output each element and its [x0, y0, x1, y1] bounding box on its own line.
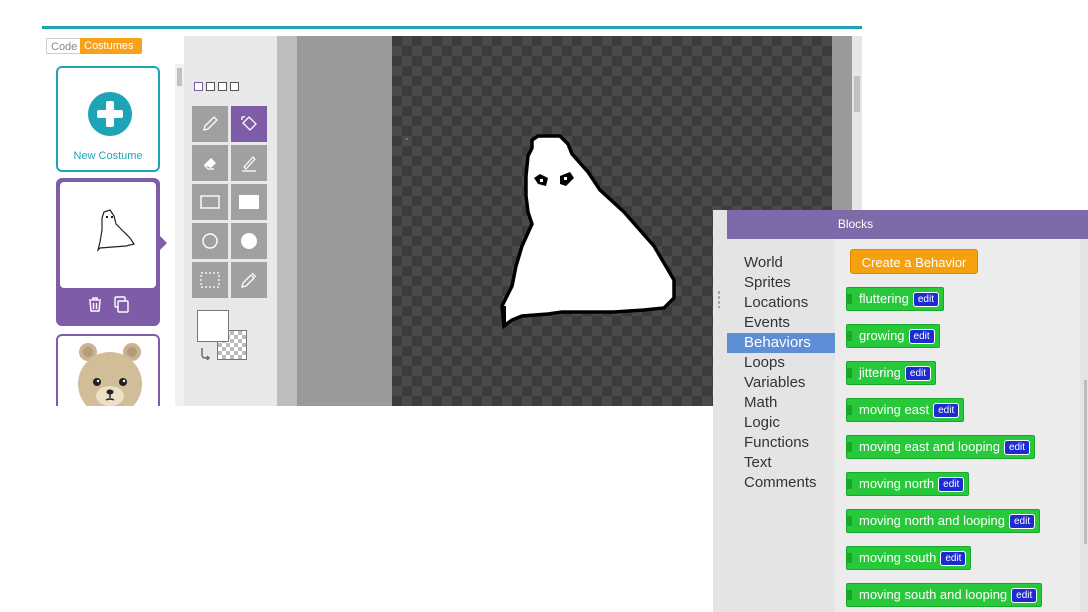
rectangle-outline-icon	[200, 195, 220, 209]
behavior-block-fluttering[interactable]: fluttering edit	[846, 287, 944, 311]
behavior-block-jittering[interactable]: jittering edit	[846, 361, 937, 385]
block-label: moving east and looping	[859, 439, 1000, 454]
ellipse-filled-tool[interactable]	[231, 223, 267, 259]
edit-button[interactable]: edit	[912, 292, 939, 307]
block-label: moving north	[859, 476, 935, 491]
drawing-tools-panel	[184, 36, 277, 406]
plus-icon	[88, 92, 132, 136]
category-world[interactable]: World	[727, 253, 835, 273]
costume-item-ghost[interactable]	[56, 178, 167, 326]
brush-size-large[interactable]	[218, 82, 227, 91]
ellipse-outline-tool[interactable]	[192, 223, 228, 259]
brush-size-xlarge[interactable]	[230, 82, 239, 91]
block-label: moving south and looping	[859, 587, 1008, 602]
brush-size-medium[interactable]	[206, 82, 215, 91]
category-math[interactable]: Math	[727, 393, 835, 413]
color-swatches[interactable]	[197, 310, 253, 366]
block-label: jittering	[859, 365, 901, 380]
bear-thumbnail-icon	[78, 343, 142, 406]
category-variables[interactable]: Variables	[727, 373, 835, 393]
create-behavior-button[interactable]: Create a Behavior	[850, 249, 978, 274]
edit-button[interactable]: edit	[938, 477, 965, 492]
edit-button[interactable]: edit	[1003, 440, 1031, 455]
costume-actions	[56, 294, 160, 316]
pencil-tool[interactable]	[192, 106, 228, 142]
category-sprites[interactable]: Sprites	[727, 273, 835, 293]
drag-handle-icon[interactable]	[717, 290, 721, 308]
trash-icon[interactable]	[89, 297, 101, 312]
behavior-block-moving-south[interactable]: moving south edit	[846, 546, 972, 570]
behavior-block-moving-south-looping[interactable]: moving south and looping edit	[846, 583, 1043, 607]
canvas-margin	[277, 36, 297, 406]
rectangle-outline-tool[interactable]	[192, 184, 228, 220]
selection-marquee-icon	[200, 272, 220, 288]
block-label: fluttering	[859, 291, 909, 306]
top-accent-line	[42, 26, 862, 29]
paint-bucket-icon	[241, 116, 257, 131]
block-label: moving east	[859, 402, 930, 417]
fill-tool[interactable]	[231, 106, 267, 142]
new-costume-label: New Costume	[73, 150, 143, 162]
eraser-tool[interactable]	[192, 145, 228, 181]
behavior-block-moving-north-looping[interactable]: moving north and looping edit	[846, 509, 1041, 533]
rectangle-filled-icon	[239, 195, 259, 209]
category-text[interactable]: Text	[727, 453, 835, 473]
line-tool[interactable]	[231, 145, 267, 181]
tab-code[interactable]: Code	[46, 38, 81, 54]
category-list: World Sprites Locations Events Behaviors…	[727, 239, 835, 612]
behavior-block-moving-east-looping[interactable]: moving east and looping edit	[846, 435, 1036, 459]
block-label: moving north and looping	[859, 513, 1005, 528]
edit-button[interactable]: edit	[940, 551, 967, 566]
costume-item-bear[interactable]	[56, 334, 160, 406]
rectangle-filled-tool[interactable]	[231, 184, 267, 220]
eyedropper-tool[interactable]	[231, 262, 267, 298]
category-behaviors[interactable]: Behaviors	[727, 333, 835, 353]
category-loops[interactable]: Loops	[727, 353, 835, 373]
edit-button[interactable]: edit	[908, 329, 935, 344]
toolbox-header: Blocks	[727, 210, 1088, 239]
circle-filled-icon	[241, 233, 257, 249]
category-locations[interactable]: Locations	[727, 293, 835, 313]
flyout-scrollbar[interactable]	[1084, 380, 1087, 544]
duplicate-icon[interactable]	[114, 296, 129, 313]
ghost-thumbnail-icon	[96, 209, 135, 252]
pen-line-icon	[242, 156, 256, 172]
eraser-icon	[203, 158, 216, 170]
category-comments[interactable]: Comments	[727, 473, 835, 493]
eyedropper-icon	[241, 272, 257, 288]
block-label: growing	[859, 328, 905, 343]
selected-pointer	[160, 236, 167, 250]
category-events[interactable]: Events	[727, 313, 835, 333]
costume-thumbnail	[60, 182, 156, 288]
circle-outline-icon	[202, 233, 218, 249]
category-functions[interactable]: Functions	[727, 433, 835, 453]
behavior-block-growing[interactable]: growing edit	[846, 324, 940, 348]
select-tool[interactable]	[192, 262, 228, 298]
edit-button[interactable]: edit	[933, 403, 960, 418]
pencil-icon	[203, 116, 218, 131]
behavior-block-moving-east[interactable]: moving east edit	[846, 398, 965, 422]
behavior-block-moving-north[interactable]: moving north edit	[846, 472, 970, 496]
toolbox-title: Blocks	[837, 217, 874, 231]
costume-list-scrollbar[interactable]	[175, 64, 184, 406]
new-costume-button[interactable]: New Costume	[56, 66, 160, 172]
edit-button[interactable]: edit	[904, 366, 932, 381]
costume-list: New Costume	[42, 58, 177, 406]
edit-button[interactable]: edit	[1011, 588, 1038, 603]
block-label: moving south	[859, 550, 937, 565]
category-logic[interactable]: Logic	[727, 413, 835, 433]
swap-colors-icon[interactable]	[199, 346, 213, 360]
tab-costumes[interactable]: Costumes	[80, 38, 142, 54]
blocks-toolbox: Blocks World Sprites Locations Events Be…	[713, 210, 1088, 612]
brush-size-small[interactable]	[194, 82, 203, 91]
edit-button[interactable]: edit	[1009, 514, 1036, 529]
primary-color-swatch[interactable]	[197, 310, 229, 342]
